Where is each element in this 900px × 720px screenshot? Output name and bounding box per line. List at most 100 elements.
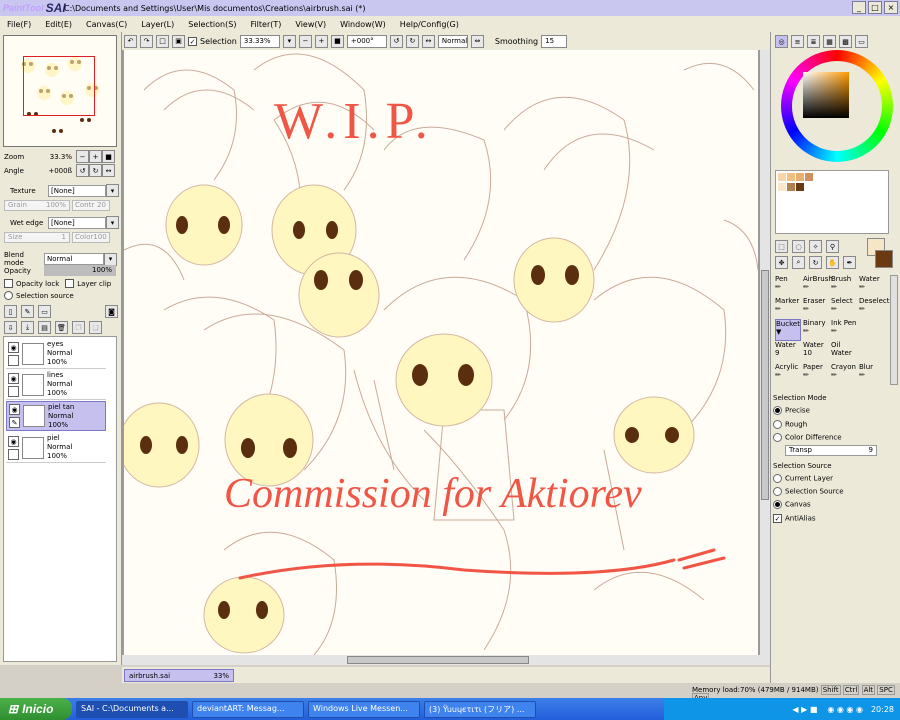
tool-oil-water[interactable]: Oil Water bbox=[831, 341, 857, 363]
mode-option-rough[interactable]: Rough bbox=[773, 420, 807, 429]
zoom-dropdown-icon[interactable]: ▾ bbox=[282, 34, 296, 48]
deselect-icon[interactable]: □ bbox=[156, 34, 169, 48]
source-option-selection-source[interactable]: Selection Source bbox=[773, 487, 844, 496]
angle-field[interactable]: +000° bbox=[346, 34, 387, 48]
zoom-tool-icon[interactable]: ⌕ bbox=[792, 256, 805, 269]
taskbar-item-browser[interactable]: (3) Ÿuuɥєτιτι (フリア) ... bbox=[424, 700, 536, 718]
horizontal-scroll-thumb[interactable] bbox=[347, 656, 529, 664]
eye-icon[interactable]: ◉ bbox=[8, 372, 19, 384]
mode-option-precise[interactable]: Precise bbox=[773, 406, 810, 415]
zoom-reset-icon[interactable]: ■ bbox=[330, 34, 344, 48]
swatch-color[interactable] bbox=[787, 183, 795, 191]
undo-icon[interactable]: ↶ bbox=[124, 34, 137, 48]
texture-dropdown-icon[interactable]: ▾ bbox=[106, 184, 119, 197]
tool-pen[interactable]: Pen ✏ bbox=[775, 275, 801, 297]
new-linework-icon[interactable]: ✎ bbox=[21, 305, 34, 318]
nav-rotate-reset-icon[interactable]: ↔ bbox=[102, 164, 115, 177]
nav-zoom-reset-icon[interactable]: ■ bbox=[102, 150, 115, 163]
redo-icon[interactable]: ↷ bbox=[140, 34, 153, 48]
merge-down-icon[interactable]: ⤓ bbox=[21, 321, 34, 334]
smoothing-field[interactable]: 15 bbox=[541, 34, 568, 48]
clock[interactable]: 20:28 bbox=[871, 705, 894, 714]
tool-binary[interactable]: Binary ✏ bbox=[803, 319, 829, 341]
tool-brush[interactable]: Brush ✏ bbox=[831, 275, 857, 297]
tool-water-10[interactable]: Water 10 bbox=[803, 341, 829, 363]
horizontal-scrollbar[interactable] bbox=[122, 655, 770, 665]
layer-row-piel[interactable]: ◉ piel Normal 100% bbox=[6, 433, 106, 463]
tool-airbrush[interactable]: AirBrush ✏ bbox=[803, 275, 833, 297]
close-button[interactable]: × bbox=[884, 1, 898, 14]
menu-canvas[interactable]: Canvas(C) bbox=[79, 20, 134, 29]
swatch-color[interactable] bbox=[796, 183, 804, 191]
selection-source-checkbox[interactable] bbox=[4, 291, 13, 300]
tool-paper[interactable]: Paper ✏ bbox=[803, 363, 829, 385]
menu-view[interactable]: View(V) bbox=[288, 20, 333, 29]
eye-icon[interactable]: ◉ bbox=[8, 435, 19, 447]
menu-file[interactable]: File(F) bbox=[0, 20, 38, 29]
taskbar-item-sai[interactable]: SAI - C:\Documents a... bbox=[76, 700, 188, 718]
rotate-right-icon[interactable]: ↻ bbox=[405, 34, 419, 48]
apply-mask-icon[interactable]: ◙ bbox=[105, 305, 118, 318]
eyedropper-icon[interactable]: ⚲ bbox=[826, 240, 839, 253]
document-tab[interactable]: airbrush.sai 33% bbox=[124, 669, 234, 682]
hsv-slider-tab-icon[interactable]: ≣ bbox=[807, 35, 820, 48]
copy-layer-icon[interactable]: ❐ bbox=[72, 321, 85, 334]
secondary-color-swatch[interactable] bbox=[875, 250, 893, 268]
zoom-in-icon[interactable]: + bbox=[314, 34, 328, 48]
layer-clip-checkbox[interactable] bbox=[65, 279, 75, 288]
hand-icon[interactable]: ✋ bbox=[826, 256, 839, 269]
swatch-tab-icon[interactable]: ▩ bbox=[839, 35, 852, 48]
saturation-value-square[interactable] bbox=[803, 72, 849, 118]
layer-row-piel-tan[interactable]: ◉ ✎ piel tan Normal 100% bbox=[6, 401, 106, 431]
tool-deselect[interactable]: Deselect ✏ bbox=[859, 297, 890, 319]
eyedropper-tool-icon[interactable]: ✒ bbox=[843, 256, 856, 269]
paste-layer-icon[interactable]: ❏ bbox=[89, 321, 102, 334]
tool-water-9[interactable]: Water 9 bbox=[775, 341, 801, 363]
angle-value[interactable]: +000ß bbox=[34, 167, 72, 175]
zoom-out-icon[interactable]: − bbox=[298, 34, 312, 48]
invert-selection-icon[interactable]: ▣ bbox=[172, 34, 185, 48]
clear-layer-icon[interactable]: ▤ bbox=[38, 321, 51, 334]
delete-layer-icon[interactable]: 🗑 bbox=[55, 321, 68, 334]
key-alt[interactable]: Alt bbox=[861, 685, 876, 695]
tool-blur[interactable]: Blur ✏ bbox=[859, 363, 885, 385]
antialias-toggle[interactable]: ✓ AntiAlias bbox=[773, 514, 816, 523]
new-folder-icon[interactable]: ▭ bbox=[38, 305, 51, 318]
color-wheel[interactable] bbox=[781, 50, 893, 162]
eye-icon[interactable]: ◉ bbox=[9, 404, 20, 415]
rotate-left-icon[interactable]: ↺ bbox=[389, 34, 403, 48]
wet-edge-dropdown-icon[interactable]: ▾ bbox=[106, 216, 119, 229]
move-icon[interactable]: ✥ bbox=[775, 256, 788, 269]
swatch-color[interactable] bbox=[796, 173, 804, 181]
mode-option-color-difference[interactable]: Color Difference bbox=[773, 433, 842, 442]
wet-edge-select[interactable]: [None] bbox=[48, 216, 106, 229]
tool-eraser[interactable]: Eraser ✏ bbox=[803, 297, 829, 319]
swatch-color[interactable] bbox=[778, 183, 786, 191]
scratchpad-tab-icon[interactable]: ▭ bbox=[855, 35, 868, 48]
transp-field[interactable]: Transp 9 bbox=[785, 445, 877, 456]
rgb-slider-tab-icon[interactable]: ≡ bbox=[791, 35, 804, 48]
tool-water[interactable]: Water ✏ bbox=[859, 275, 885, 297]
rotate-reset-icon[interactable]: ↔ bbox=[421, 34, 435, 48]
tray-icons[interactable]: ◉ ◉ ◉ ◉ bbox=[827, 705, 863, 714]
transfer-down-icon[interactable]: ⇩ bbox=[4, 321, 17, 334]
drawing-canvas[interactable]: W.I.P. Commission for Aktiorev bbox=[124, 50, 758, 655]
opacity-slider[interactable]: 100% bbox=[44, 265, 116, 276]
lock-icon[interactable] bbox=[8, 385, 19, 397]
color-wheel-tab-icon[interactable]: ◎ bbox=[775, 35, 788, 48]
menu-selection[interactable]: Selection(S) bbox=[181, 20, 243, 29]
lock-icon[interactable] bbox=[8, 354, 19, 366]
taskbar-item-deviantart[interactable]: deviantART: Messag... bbox=[192, 700, 304, 718]
tool-bucket[interactable]: Bucket ▼ bbox=[775, 319, 801, 341]
rect-select-icon[interactable]: ⬚ bbox=[775, 240, 788, 253]
tool-select[interactable]: Select ✏ bbox=[831, 297, 857, 319]
maximize-button[interactable]: □ bbox=[868, 1, 882, 14]
blend-dropdown-icon[interactable]: ▾ bbox=[104, 252, 117, 266]
contrast-slider[interactable]: Contr 20 bbox=[72, 200, 110, 211]
tool-acrylic[interactable]: Acrylic ✏ bbox=[775, 363, 801, 385]
key-space[interactable]: SPC bbox=[877, 685, 895, 695]
nav-rotate-right-icon[interactable]: ↻ bbox=[89, 164, 102, 177]
swatch-color[interactable] bbox=[778, 173, 786, 181]
taskbar-item-messenger[interactable]: Windows Live Messen... bbox=[308, 700, 420, 718]
swatch-color[interactable] bbox=[805, 173, 813, 181]
